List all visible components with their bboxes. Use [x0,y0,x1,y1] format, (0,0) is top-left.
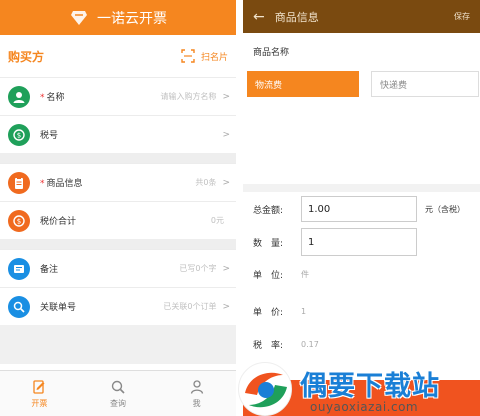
bottom-tab-bar: 开票 查询 我 [0,370,236,416]
app-bar: 一诺云开票 [0,0,236,35]
save-button[interactable]: 保存 [454,11,470,22]
tax-rate-label: 税 率: [253,341,284,351]
goods-group: * 商品信息 共0条 > $ 税价合计 0元 [0,163,236,239]
row-goods[interactable]: * 商品信息 共0条 > [0,163,236,201]
row-total[interactable]: $ 税价合计 0元 [0,201,236,239]
buyer-section-header: 购买方 扫名片 [0,35,236,77]
scan-label: 扫名片 [200,52,228,63]
row-goods-value: 共0条 [195,178,217,187]
site-watermark: 偶要下载站 ouyaoxiazai.com [238,362,480,416]
chevron-right-icon: > [222,263,230,274]
row-tax-id[interactable]: $ 税号 > [0,115,236,153]
watermark-title: 偶要下载站 [300,371,440,402]
row-total-value: 0元 [210,216,224,225]
tab-query-label: 查询 [110,398,126,408]
scan-card-button[interactable]: 扫名片 [181,49,228,63]
buyer-group: * 名称 请输入购方名称 > $ 税号 > [0,77,236,153]
option-logistics[interactable]: 物流费 [247,71,359,97]
back-arrow-icon[interactable]: ← [253,9,265,25]
tax-rate-value[interactable]: 0.17 [301,340,319,349]
chevron-right-icon: > [222,91,230,102]
watermark-logo-icon [238,362,292,416]
quantity-row: 数 量: 1 [243,228,480,256]
divider [243,184,480,192]
app-logo-icon [69,9,89,27]
screenshot-root: 一诺云开票 购买方 扫名片 * 名称 请输入购方名称 > $ 税号 > * 商品… [0,0,480,416]
goods-app-bar: ← 商品信息 保存 [243,0,480,33]
svg-text:$: $ [17,131,21,139]
goods-title: 商品信息 [274,10,319,24]
unit-value[interactable]: 件 [301,269,309,280]
search-icon [111,380,125,394]
total-unit: 元（含税） [425,204,465,214]
row-name[interactable]: * 名称 请输入购方名称 > [0,77,236,115]
edit-doc-icon [33,379,45,394]
buyer-section-title: 购买方 [8,49,45,64]
goods-info-screen: ← 商品信息 保存 商品名称 物流费 快递费 总金额: 1.00 元（含税） 数… [243,0,480,416]
tab-me[interactable]: 我 [157,371,236,416]
row-linked-order[interactable]: 关联单号 已关联0个订单 > [0,287,236,325]
total-input[interactable]: 1.00 [301,196,417,222]
row-total-label: 税价合计 [40,217,77,227]
chevron-right-icon: > [222,129,230,140]
invoice-screen: 一诺云开票 购买方 扫名片 * 名称 请输入购方名称 > $ 税号 > * 商品… [0,0,236,416]
clipboard-icon [8,171,30,194]
row-linked-order-value: 已关联0个订单 [163,302,217,311]
tab-query[interactable]: 查询 [79,371,158,416]
tax-rate-row: 税 率: 0.17 [243,338,480,351]
tax-coin-icon: $ [8,209,30,232]
app-title: 一诺云开票 [97,10,167,27]
product-options: 物流费 快递费 [243,67,480,97]
row-remark-label: 备注 [40,265,59,275]
row-goods-label: 商品信息 [46,179,83,189]
watermark-url: ouyaoxiazai.com [310,400,419,414]
tab-invoice-label: 开票 [31,398,48,408]
quantity-label: 数 量: [253,238,284,249]
row-name-value: 请输入购方名称 [160,92,217,101]
quantity-input[interactable]: 1 [301,228,417,256]
tab-invoice[interactable]: 开票 [0,371,79,416]
unit-label: 单 位: [253,271,284,281]
divider [0,239,236,249]
tax-coin-icon: $ [8,123,30,146]
price-value[interactable]: 1 [301,307,306,316]
note-icon [8,257,30,280]
svg-text:$: $ [17,217,21,225]
total-label: 总金额: [253,205,284,216]
row-name-label: 名称 [46,93,65,103]
extra-group: 备注 已写0个字 > 关联单号 已关联0个订单 > [0,249,236,325]
person-icon [8,85,30,108]
row-linked-order-label: 关联单号 [40,303,77,313]
option-express[interactable]: 快递费 [371,71,479,97]
user-icon [190,379,203,394]
divider [0,153,236,163]
price-label: 单 价: [253,308,284,318]
tab-me-label: 我 [192,398,201,408]
price-row: 单 价: 1 [243,305,480,318]
chevron-right-icon: > [222,177,230,188]
product-name-label: 商品名称 [253,48,290,58]
chevron-right-icon: > [222,301,230,312]
link-icon [8,295,30,318]
scan-icon [181,49,195,63]
total-row: 总金额: 1.00 元（含税） [243,196,480,222]
row-remark-value: 已写0个字 [179,264,217,273]
unit-row: 单 位: 件 [243,268,480,281]
row-remark[interactable]: 备注 已写0个字 > [0,249,236,287]
row-tax-id-label: 税号 [40,131,59,141]
